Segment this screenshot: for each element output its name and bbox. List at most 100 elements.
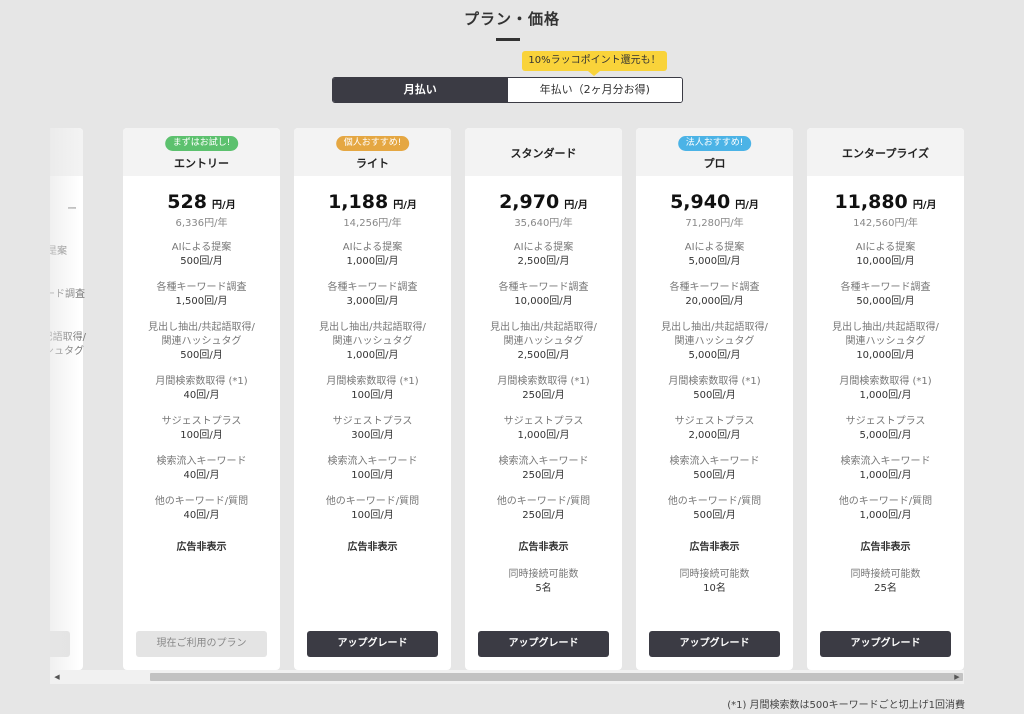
plan-card: エンタープライズ 11,880 円/月 142,560円/年 AIによる提案 10,00… (807, 128, 964, 670)
feature-label: 他のキーワード/質問 (154, 496, 249, 507)
concurrent-label: 同時接続可能数 (679, 569, 750, 580)
feature-item: 見出し抽出/共起語取得/関連ハッシュタグ 10,000回/月 (807, 321, 964, 363)
feature-value: 500回/月 (693, 390, 736, 401)
feature-label: 月間検索数取得 (*1) (497, 376, 590, 387)
price-amount: 2,970 (499, 191, 560, 213)
feature-item: サジェストプラス 100回/月 (123, 415, 280, 443)
feature-value: 300回/月 (351, 430, 394, 441)
plan-card-header: エンタープライズ (807, 128, 964, 176)
feature-value: 2,500回/月 (517, 256, 570, 267)
price-unit: 円/月 (212, 200, 236, 211)
feature-label: 関連ハッシュタグ (845, 336, 926, 347)
feature-label: 見出し抽出/共起語取得/ (832, 322, 939, 333)
scroll-left-arrow-icon[interactable]: ◀ (50, 670, 64, 684)
promo-bubble: 10%ラッコポイント還元も！ (522, 51, 667, 76)
ad-free-label: 広告非表示 (689, 542, 740, 553)
plan-card-header: 個人おすすめ! ライト (294, 128, 451, 176)
feature-label: AIによる提案 (513, 242, 574, 253)
ad-free-label: 広告非表示 (176, 542, 227, 553)
plan-price: 1,188 円/月 (294, 191, 451, 213)
feature-item: 月間検索数取得 (*1) 500回/月 (636, 375, 793, 403)
page-title: プラン・価格 (463, 10, 560, 28)
plan-button-previous[interactable] (50, 631, 70, 657)
feature-item: 各種キーワード調査 20,000回/月 (636, 281, 793, 309)
partial-text-2: 是案 (50, 246, 67, 257)
upgrade-button[interactable]: アップグレード (307, 631, 438, 657)
plan-name: エンタープライズ (841, 147, 929, 160)
feature-item: 見出し抽出/共起語取得/関連ハッシュタグ 2,500回/月 (465, 321, 622, 363)
plan-card-header (50, 128, 83, 176)
scrollbar-thumb[interactable] (150, 673, 963, 681)
feature-value: 1,500回/月 (175, 296, 228, 307)
yearly-billing-tab[interactable]: 年払い（2ヶ月分お得) (507, 78, 682, 102)
feature-label: 各種キーワード調査 (498, 282, 589, 293)
upgrade-button[interactable]: アップグレード (478, 631, 609, 657)
horizontal-scrollbar[interactable]: ◀ ▶ (50, 670, 964, 684)
scroll-right-arrow-icon[interactable]: ▶ (950, 670, 964, 684)
feature-label: 月間検索数取得 (*1) (155, 376, 248, 387)
feature-item: 同時接続可能数 5名 (465, 568, 622, 596)
plan-name: ライト (356, 157, 389, 170)
price-yearly: 6,336円/年 (175, 218, 228, 229)
feature-label: AIによる提案 (171, 242, 232, 253)
feature-item: 他のキーワード/質問 500回/月 (636, 495, 793, 523)
feature-item: 検索流入キーワード 1,000回/月 (807, 455, 964, 483)
feature-item: 月間検索数取得 (*1) 100回/月 (294, 375, 451, 403)
feature-value: 10,000回/月 (856, 350, 915, 361)
feature-value: 250回/月 (522, 470, 565, 481)
ad-free-label: 広告非表示 (347, 542, 398, 553)
price-yearly: 35,640円/年 (514, 218, 573, 229)
current-plan-button[interactable]: 現在ご利用のプラン (136, 631, 267, 657)
feature-label: 検索流入キーワード (327, 456, 418, 467)
price-yearly: 14,256円/年 (343, 218, 402, 229)
feature-label: AIによる提案 (855, 242, 916, 253)
feature-item: 各種キーワード調査 50,000回/月 (807, 281, 964, 309)
feature-value: 10,000回/月 (514, 296, 573, 307)
plan-card: まずはお試し! エントリー 528 円/月 6,336円/年 AIによる提案 500回/月… (123, 128, 280, 670)
monthly-billing-tab[interactable]: 月払い (333, 78, 508, 102)
concurrent-label: 同時接続可能数 (508, 569, 579, 580)
feature-label: AIによる提案 (684, 242, 745, 253)
plan-price: 5,940 円/月 (636, 191, 793, 213)
feature-label: サジェストプラス (845, 416, 926, 427)
feature-label: 検索流入キーワード (840, 456, 931, 467)
ad-free-label: 広告非表示 (518, 542, 569, 553)
price-amount: 5,940 (670, 191, 731, 213)
feature-label: 他のキーワード/質問 (496, 496, 591, 507)
feature-item: 見出し抽出/共起語取得/関連ハッシュタグ 500回/月 (123, 321, 280, 363)
footnote: (*1) 月間検索数は500キーワードごと切上げ1回消費 (727, 700, 965, 711)
feature-label: 各種キーワード調査 (669, 282, 760, 293)
feature-label: AIによる提案 (342, 242, 403, 253)
upgrade-button[interactable]: アップグレード (820, 631, 951, 657)
feature-item: 月間検索数取得 (*1) 250回/月 (465, 375, 622, 403)
feature-item: 検索流入キーワード 500回/月 (636, 455, 793, 483)
feature-value: 100回/月 (351, 510, 394, 521)
plan-card-header: 法人おすすめ! プロ (636, 128, 793, 176)
concurrent-label: 同時接続可能数 (850, 569, 921, 580)
feature-value: 500回/月 (693, 470, 736, 481)
feature-label: 見出し抽出/共起語取得/ (319, 322, 426, 333)
feature-item: 検索流入キーワード 100回/月 (294, 455, 451, 483)
feature-value: 50,000回/月 (856, 296, 915, 307)
feature-item: 他のキーワード/質問 250回/月 (465, 495, 622, 523)
feature-label: 関連ハッシュタグ (332, 336, 413, 347)
feature-label: 検索流入キーワード (669, 456, 760, 467)
plan-name: エントリー (174, 157, 229, 170)
feature-value: 500回/月 (180, 350, 223, 361)
feature-label: 関連ハッシュタグ (674, 336, 755, 347)
feature-label: 各種キーワード調査 (327, 282, 418, 293)
feature-item: 同時接続可能数 10名 (636, 568, 793, 596)
feature-item: AIによる提案 500回/月 (123, 241, 280, 269)
plan-price: 2,970 円/月 (465, 191, 622, 213)
feature-item: 他のキーワード/質問 1,000回/月 (807, 495, 964, 523)
upgrade-button[interactable]: アップグレード (649, 631, 780, 657)
plan-card: 個人おすすめ! ライト 1,188 円/月 14,256円/年 AIによる提案 1,000… (294, 128, 451, 670)
feature-value: 250回/月 (522, 390, 565, 401)
plan-card-header: まずはお試し! エントリー (123, 128, 280, 176)
feature-label: 関連ハッシュタグ (503, 336, 584, 347)
feature-label: 関連ハッシュタグ (161, 336, 242, 347)
plan-card: スタンダード 2,970 円/月 35,640円/年 AIによる提案 2,500回/月各… (465, 128, 622, 670)
feature-label: サジェストプラス (503, 416, 584, 427)
feature-label: 他のキーワード/質問 (838, 496, 933, 507)
feature-item: AIによる提案 10,000回/月 (807, 241, 964, 269)
